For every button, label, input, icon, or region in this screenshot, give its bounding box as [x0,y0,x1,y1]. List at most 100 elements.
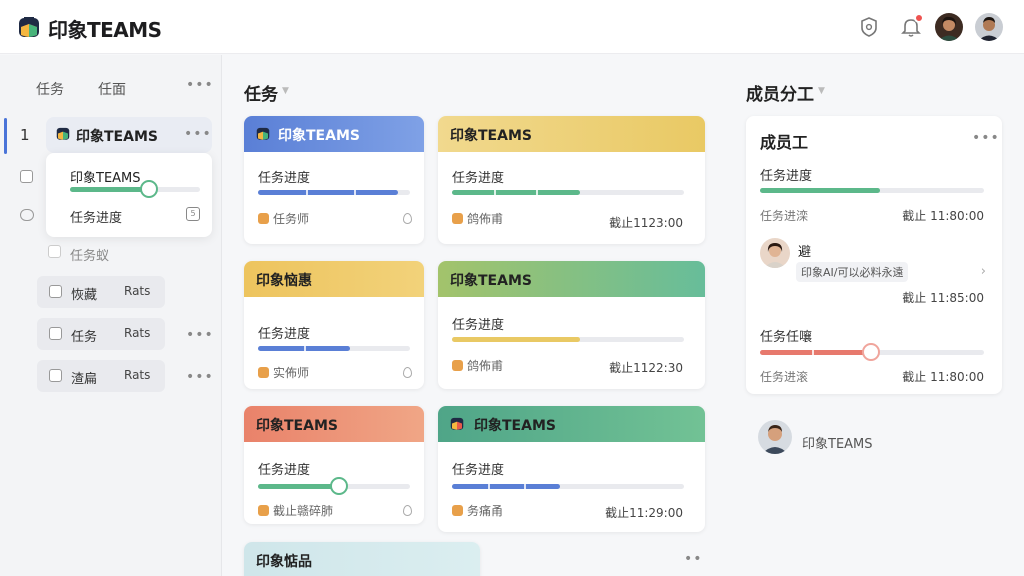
card-progress-label: 任务进度 [258,327,311,342]
tasks-title: 任务 [244,85,278,105]
member-avatar[interactable] [760,238,790,268]
chevron-right-icon[interactable]: › [981,264,986,279]
members-title: 成员分工 [746,85,814,105]
avatar-user-2[interactable] [975,13,1003,41]
member-name: 印象TEAMS [802,437,873,452]
pin-icon[interactable] [403,367,412,378]
checkbox[interactable] [20,170,33,183]
task-card[interactable]: 印象TEAMS 任务进度 鸽佈甫 截止1123:00 [438,116,705,244]
sidebar-active-title: 印象TEAMS [76,129,158,145]
sidebar-item-meta: Rats [124,326,151,340]
status-icon [258,213,269,224]
progress-slider-knob[interactable] [140,180,158,198]
card-header: 印象恼惠 [244,261,424,297]
item-more-icon[interactable]: ••• [186,327,214,343]
progress-slider-knob[interactable] [330,477,348,495]
popover-progress-track [70,180,200,198]
progress-fill [760,188,880,193]
sidebar-tab-tasks[interactable]: 任务 [36,79,64,99]
progress-fill [258,484,338,489]
card-meta: 鸽佈甫 [467,359,504,373]
status-icon [452,213,463,224]
progress-track [760,343,984,361]
task-card[interactable]: 印象TEAMS 任务进度 任务师 [244,116,424,244]
progress-fill [452,484,560,489]
pin-icon[interactable] [403,213,412,224]
card-progress-label: 任务进度 [452,318,505,333]
avatar-user-1[interactable] [935,13,963,41]
progress-slider-knob[interactable] [862,343,880,361]
task-card[interactable]: 印象TEAMS 任务进度 鸽佈甫 截止1122:30 [438,261,705,389]
sidebar-item-label: 恢藏 [71,288,98,303]
item-more-icon[interactable]: ••• [184,126,212,142]
progress-track [452,337,684,342]
card-title: 印象恼惠 [256,273,312,289]
progress-popover: 印象TEAMS 任务进度 5 [46,153,212,237]
member-role-tag: 印象AI/可以必料永遠 [796,262,909,282]
card-meta: 任务师 [273,212,310,226]
progress-fill [760,350,868,355]
card-meta: 务痛甬 [467,504,504,518]
progress-fill [452,190,580,195]
status-icon [452,360,463,371]
sidebar-index: 1 [20,126,30,144]
status-icon [452,505,463,516]
subtask-checkbox[interactable] [48,245,61,258]
card-header: 印象TEAMS [438,406,705,442]
comment-icon[interactable] [20,209,34,221]
sidebar-item[interactable]: 任务 Rats [37,318,165,350]
sidebar-item[interactable]: 渣扁 Rats [37,360,165,392]
card-title: 印象TEAMS [474,418,556,434]
item-more-icon[interactable]: ••• [186,369,214,385]
card-header: 印象惦品 [244,542,480,576]
sidebar-item-meta: Rats [124,284,151,298]
status-icon [258,367,269,378]
member-sub-label: 任务进滚 [760,370,809,384]
card-title: 印象惦品 [256,554,312,570]
progress-track [258,190,410,195]
sidebar-sub-label: 任务蚁 [70,249,110,264]
member-name: 避 [798,245,812,260]
pin-icon[interactable] [403,505,412,516]
task-card[interactable]: 印象TEAMS 任务进度 务痛甬 截止11:29:00 [438,406,705,532]
card-title: 印象TEAMS [278,128,360,144]
task-card[interactable]: 印象TEAMS 任务进度 截止赣碎肺 [244,406,424,524]
chevron-down-icon[interactable]: ▼ [818,86,825,96]
task-card[interactable]: 印象惦品 [244,542,480,576]
team-logo-icon [450,417,464,430]
card-title: 印象TEAMS [450,128,532,144]
item-checkbox[interactable] [49,369,62,382]
member-deadline: 截止 11:80:00 [902,370,984,384]
member-progress-label: 任务进度 [760,169,813,184]
member-deadline: 截止 11:80:00 [902,209,984,223]
chevron-down-icon[interactable]: ▼ [282,86,289,96]
sidebar-item-label: 渣扁 [71,372,98,387]
member-card: 成员工 ••• 任务进度 任务进滦 截止 11:80:00 避 印象AI/可以必… [746,116,1002,394]
card-deadline: 截止11:29:00 [605,506,683,520]
card-progress-label: 任务进度 [452,463,505,478]
member-deadline: 截止 11:85:00 [902,291,984,305]
card-title: 印象TEAMS [450,273,532,289]
card-meta: 截止赣碎肺 [273,504,334,518]
item-checkbox[interactable] [49,285,62,298]
progress-track [258,477,410,495]
card-meta: 鸽佈甫 [467,212,504,226]
card-deadline: 截止1123:00 [609,216,683,230]
calendar-icon[interactable]: 5 [186,207,200,221]
popover-progress-label: 任务进度 [70,211,123,226]
more-icon[interactable]: ••• [972,130,1000,146]
member-avatar[interactable] [758,420,792,454]
more-icon[interactable]: •• [684,551,703,567]
sidebar-tab-surface[interactable]: 任面 [98,79,126,99]
team-logo-icon [56,127,70,140]
member-sub-label: 任务进滦 [760,209,809,223]
sidebar-item[interactable]: 恢藏 Rats [37,276,165,308]
task-card[interactable]: 印象恼惠 任务进度 实佈师 [244,261,424,389]
progress-fill [258,190,398,195]
card-deadline: 截止1122:30 [609,361,683,375]
item-checkbox[interactable] [49,327,62,340]
progress-track [452,484,684,489]
more-icon[interactable]: ••• [186,77,214,93]
progress-track [760,188,984,193]
shield-icon[interactable] [858,16,880,38]
